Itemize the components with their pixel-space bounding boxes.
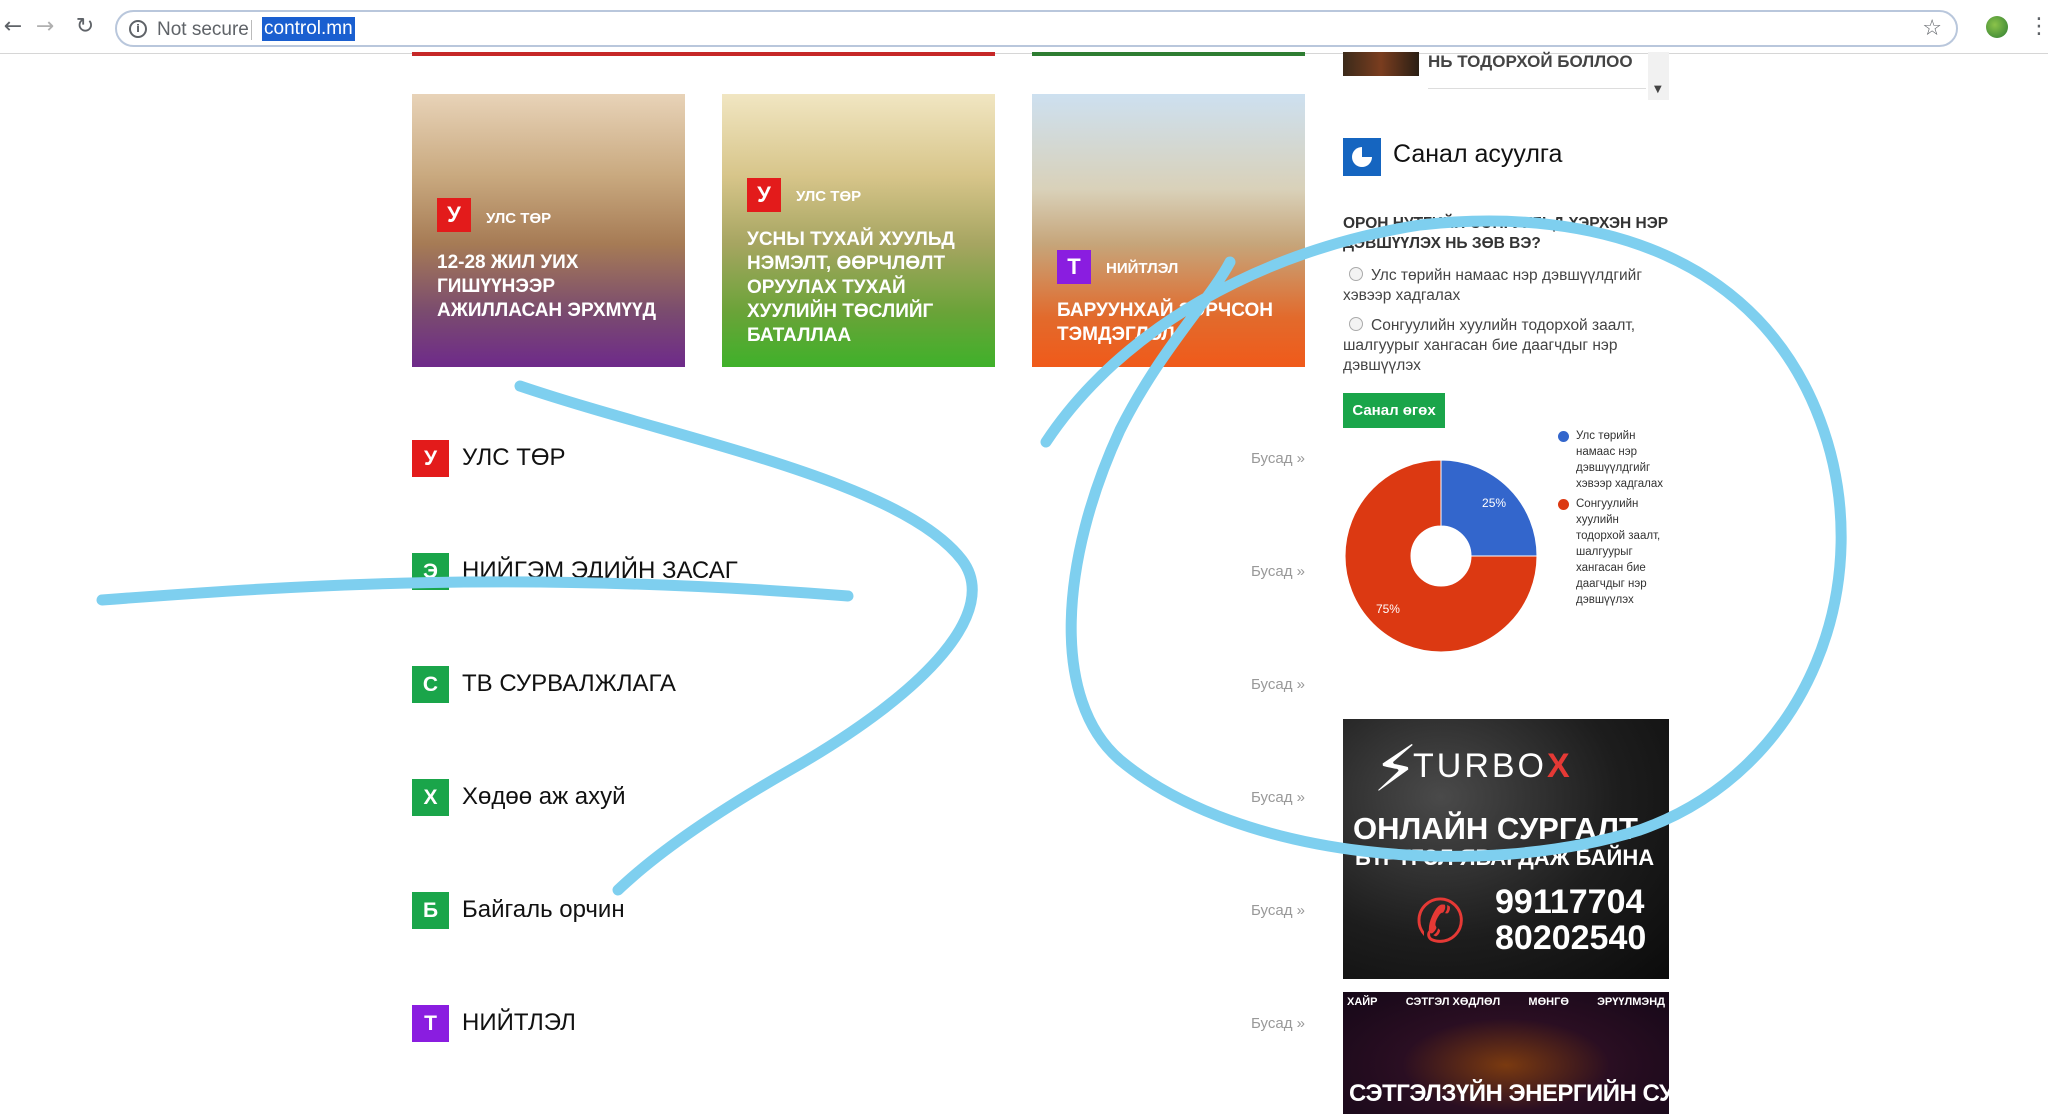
pie-slice-label: 25% [1482,496,1506,510]
section-more-link[interactable]: Бусад » [1251,789,1305,806]
browser-menu-icon[interactable]: ⋮ [2028,14,2048,39]
poll-option[interactable]: Сонгуулийн хуулийн тодорхой заалт, шалгу… [1343,316,1673,376]
lightning-icon: ⚡ [1373,733,1418,807]
forward-icon[interactable]: → [32,14,58,40]
section-more-link[interactable]: Бусад » [1251,902,1305,919]
poll-option-label: Улс төрийн намаас нэр дэвшүүлдгийг хэвээ… [1343,267,1642,304]
ad-subheadline: БҮРТГЭЛ ЯВАГДАЖ БАЙНА [1355,845,1655,870]
top-red-bar [412,52,995,56]
featured-category[interactable]: УЛС ТӨР [796,188,861,205]
turbox-logo: TURBOX [1413,747,1573,785]
section-row: Х Хөдөө аж ахуй Бусад » [412,779,1305,819]
section-title[interactable]: НИЙТЛЭЛ [462,1009,576,1037]
url-text[interactable]: control.mn [262,17,355,41]
legend-label: Сонгуулийн хуулийн тодорхой заалт, шалгу… [1576,498,1661,606]
featured-category[interactable]: НИЙТЛЭЛ [1106,260,1178,277]
top-green-bar [1032,52,1305,56]
sidebar-news-headline[interactable]: НЬ ТОДОРХОЙ БОЛЛОО [1428,52,1633,72]
section-title[interactable]: Хөдөө аж ахуй [462,783,626,811]
poll-radio[interactable] [1349,267,1363,281]
featured-badge: Т [1057,250,1091,284]
section-more-link[interactable]: Бусад » [1251,676,1305,693]
legend-color-swatch [1558,499,1569,510]
section-row: Т НИЙТЛЭЛ Бусад » [412,1005,1305,1045]
address-divider [251,20,252,40]
ad-tab: СЭТГЭЛ ХӨДЛӨЛ [1405,996,1501,1008]
ad-tab-labels: ХАЙР СЭТГЭЛ ХӨДЛӨЛ МӨНГӨ ЭРҮҮЛМЭНД [1347,996,1665,1008]
featured-card[interactable]: Т НИЙТЛЭЛ БАРУУНХАЙ ЗОРЧСОН ТЭМДЭГЛЭЛ [1032,94,1305,367]
poll-option[interactable]: Улс төрийн намаас нэр дэвшүүлдгийг хэвээ… [1343,266,1673,306]
section-row: У УЛС ТӨР Бусад » [412,440,1305,480]
ad-phone-number: 99117704 [1495,883,1645,921]
section-title[interactable]: ТВ СУРВАЛЖЛАГА [462,670,676,698]
poll-radio[interactable] [1349,317,1363,331]
featured-title[interactable]: УСНЫ ТУХАЙ ХУУЛЬД НЭМЭЛТ, ӨӨРЧЛӨЛТ ОРУУЛ… [747,228,987,348]
turbox-ad-banner[interactable]: ⚡ TURBOX ОНЛАЙН СУРГАЛТ БҮРТГЭЛ ЯВАГДАЖ … [1343,719,1669,979]
divider [1428,88,1646,89]
legend-label: Улс төрийн намаас нэр дэвшүүлдгийг хэвээ… [1576,430,1663,490]
section-title[interactable]: НИЙГЭМ ЭДИЙН ЗАСАГ [462,557,738,585]
section-title[interactable]: Байгаль орчин [462,896,625,924]
poll-heading: Санал асуулга [1393,140,1563,168]
section-badge: С [412,666,449,703]
section-row: Б Байгаль орчин Бусад » [412,892,1305,932]
section-badge: Х [412,779,449,816]
section-badge: Э [412,553,449,590]
featured-card[interactable]: У УЛС ТӨР 12-28 ЖИЛ УИХ ГИШҮҮНЭЭР АЖИЛЛА… [412,94,685,367]
ad-tab: ХАЙР [1347,996,1378,1008]
scroll-down-icon[interactable]: ▼ [1654,84,1662,95]
energy-training-ad-banner[interactable]: ХАЙР СЭТГЭЛ ХӨДЛӨЛ МӨНГӨ ЭРҮҮЛМЭНД СЭТГЭ… [1343,992,1669,1114]
ad-phone-number: 80202540 [1495,919,1647,957]
pie-chart-icon [1343,138,1381,176]
section-row: Э НИЙГЭМ ЭДИЙН ЗАСАГ Бусад » [412,553,1305,593]
phone-icon: ✆ [1415,887,1466,957]
featured-card[interactable]: У УЛС ТӨР УСНЫ ТУХАЙ ХУУЛЬД НЭМЭЛТ, ӨӨРЧ… [722,94,995,367]
ad-tab: МӨНГӨ [1528,996,1569,1008]
section-title[interactable]: УЛС ТӨР [462,444,566,472]
ad-headline: ОНЛАЙН СУРГАЛТ [1353,811,1638,846]
news-thumbnail[interactable] [1343,52,1419,76]
reload-icon[interactable]: ↻ [72,14,98,40]
featured-title[interactable]: 12-28 ЖИЛ УИХ ГИШҮҮНЭЭР АЖИЛЛАСАН ЭРХМҮҮ… [437,251,677,323]
back-icon[interactable]: ← [0,14,26,40]
featured-badge: У [437,198,471,232]
section-row: С ТВ СУРВАЛЖЛАГА Бусад » [412,666,1305,706]
legend-item: Улс төрийн намаас нэр дэвшүүлдгийг хэвээ… [1558,428,1668,492]
section-badge: Б [412,892,449,929]
legend-item: Сонгуулийн хуулийн тодорхой заалт, шалгу… [1558,496,1668,608]
bookmark-star-icon[interactable]: ☆ [1922,16,1942,41]
pie-chart-svg: 25% 75% [1344,459,1538,653]
legend-color-swatch [1558,431,1569,442]
address-bar[interactable]: i Not secure control.mn ☆ [115,10,1958,47]
poll-results-chart: 25% 75% [1343,458,1539,654]
vote-button[interactable]: Санал өгөх [1343,393,1445,428]
chart-legend: Улс төрийн намаас нэр дэвшүүлдгийг хэвээ… [1558,428,1668,612]
browser-toolbar: ← → ↻ i Not secure control.mn ☆ ⋮ [0,0,2048,54]
section-more-link[interactable]: Бусад » [1251,1015,1305,1032]
security-label: Not secure [157,19,249,40]
extension-icon[interactable] [1986,16,2008,38]
section-more-link[interactable]: Бусад » [1251,563,1305,580]
section-more-link[interactable]: Бусад » [1251,450,1305,467]
ad-tab: ЭРҮҮЛМЭНД [1597,996,1665,1008]
featured-category[interactable]: УЛС ТӨР [486,210,551,227]
section-badge: Т [412,1005,449,1042]
section-badge: У [412,440,449,477]
featured-title[interactable]: БАРУУНХАЙ ЗОРЧСОН ТЭМДЭГЛЭЛ [1057,299,1297,347]
poll-question: ОРОН НУТГИЙН СОНГУУЛЬД ХЭРХЭН НЭР ДЭВШҮҮ… [1343,215,1669,252]
featured-badge: У [747,178,781,212]
info-icon[interactable]: i [129,20,147,38]
pie-slice-label: 75% [1376,602,1400,616]
poll-option-label: Сонгуулийн хуулийн тодорхой заалт, шалгу… [1343,317,1636,374]
ad-headline: СЭТГЭЛЗҮЙН ЭНЕРГИЙН СУРГАЛТ [1349,1080,1669,1107]
